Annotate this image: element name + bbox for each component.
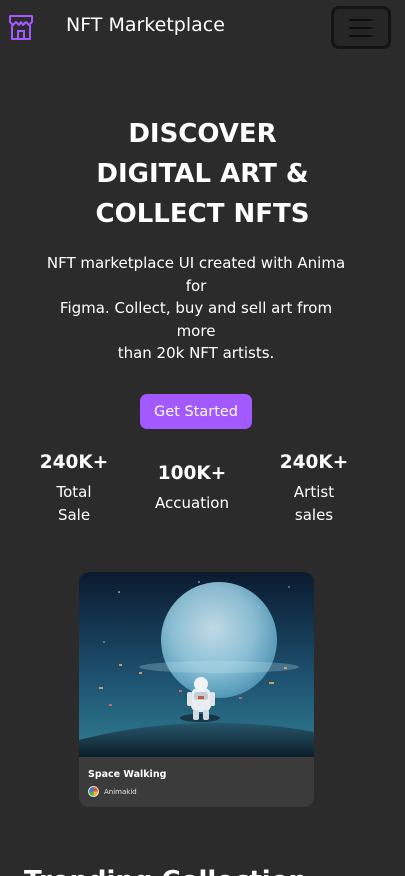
featured-nft-card[interactable]: Space Walking Animakid bbox=[79, 572, 314, 807]
hero-subtitle: NFT marketplace UI created with Anima fo… bbox=[40, 252, 352, 365]
brand-name[interactable]: NFT Marketplace bbox=[66, 14, 225, 36]
top-navbar: NFT Marketplace bbox=[0, 0, 405, 56]
hero-subtitle-line: than 20k NFT artists. bbox=[117, 344, 275, 362]
stat-value: 240K+ bbox=[39, 452, 109, 473]
nft-artwork-image[interactable] bbox=[79, 572, 314, 757]
artist-avatar bbox=[88, 786, 99, 797]
nft-artist[interactable]: Animakid bbox=[88, 786, 137, 797]
hero-subtitle-line: Figma. Collect, buy and sell art from bbox=[59, 299, 333, 317]
hero-title-line: DIGITAL ART & bbox=[96, 159, 309, 189]
nft-title[interactable]: Space Walking bbox=[88, 769, 166, 780]
page: NFT Marketplace DISCOVER DIGITAL ART & C… bbox=[0, 0, 405, 876]
hero-subtitle-line: NFT marketplace UI created with Anima bbox=[46, 254, 346, 272]
stat-artist-sales: 240K+ Artist sales bbox=[264, 451, 364, 527]
section-title: Trending Collection bbox=[24, 866, 307, 876]
stat-label: Artist sales bbox=[293, 483, 335, 524]
stat-value: 240K+ bbox=[279, 452, 349, 473]
hero-title-line: DISCOVER bbox=[128, 119, 277, 149]
stat-accuation: 100K+ Accuation bbox=[142, 462, 242, 515]
stat-label: Accuation bbox=[155, 494, 229, 512]
stat-value: 100K+ bbox=[157, 463, 227, 484]
get-started-button[interactable]: Get Started bbox=[140, 394, 252, 429]
artist-name: Animakid bbox=[104, 787, 137, 796]
hamburger-menu-button[interactable] bbox=[331, 6, 391, 49]
hamburger-menu-icon bbox=[349, 18, 373, 21]
hero-title-line: COLLECT NFTS bbox=[95, 199, 310, 229]
stat-label: Total Sale bbox=[56, 483, 92, 524]
stat-total-sale: 240K+ Total Sale bbox=[24, 451, 124, 527]
hero-subtitle-line: more bbox=[176, 321, 216, 340]
hero-subtitle-line: for bbox=[185, 276, 207, 295]
hero-title: DISCOVER DIGITAL ART & COLLECT NFTS bbox=[0, 114, 405, 234]
storefront-icon[interactable] bbox=[8, 13, 34, 41]
